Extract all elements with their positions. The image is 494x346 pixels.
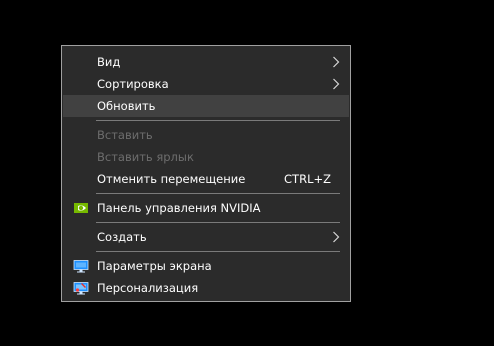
menu-item-undo-move[interactable]: Отменить перемещение CTRL+Z — [63, 168, 349, 190]
menu-item-undo-move-label: Отменить перемещение — [97, 172, 246, 186]
menu-item-personalize-label: Персонализация — [97, 281, 199, 295]
menu-item-refresh[interactable]: Обновить — [63, 95, 349, 117]
menu-item-create[interactable]: Создать — [63, 226, 349, 248]
menu-item-sort-label: Сортировка — [97, 77, 169, 91]
menu-item-paste-shortcut-label: Вставить ярлык — [97, 150, 194, 164]
menu-item-nvidia-label: Панель управления NVIDIA — [97, 201, 261, 215]
menu-item-undo-move-shortcut: CTRL+Z — [284, 172, 331, 186]
menu-item-view-label: Вид — [97, 55, 121, 69]
menu-item-paste-shortcut[interactable]: Вставить ярлык — [63, 146, 349, 168]
chevron-right-icon — [333, 231, 340, 243]
menu-item-sort[interactable]: Сортировка — [63, 73, 349, 95]
menu-separator — [96, 120, 340, 121]
display-settings-icon — [73, 260, 89, 273]
desktop-context-menu: Вид Сортировка Обновить Вставить Вставит… — [61, 45, 351, 302]
menu-item-display-label: Параметры экрана — [97, 259, 212, 273]
chevron-right-icon — [333, 56, 340, 68]
chevron-right-icon — [333, 78, 340, 90]
menu-item-paste-label: Вставить — [97, 128, 153, 142]
menu-item-nvidia-control-panel[interactable]: Панель управления NVIDIA — [63, 197, 349, 219]
menu-separator — [96, 193, 340, 194]
menu-item-refresh-label: Обновить — [97, 99, 156, 113]
menu-item-paste[interactable]: Вставить — [63, 124, 349, 146]
menu-item-personalize[interactable]: Персонализация — [63, 277, 349, 299]
menu-item-display-settings[interactable]: Параметры экрана — [63, 255, 349, 277]
nvidia-logo-icon — [74, 203, 88, 213]
menu-separator — [96, 222, 340, 223]
menu-separator — [96, 251, 340, 252]
desktop-background[interactable]: Вид Сортировка Обновить Вставить Вставит… — [0, 0, 494, 346]
menu-item-view[interactable]: Вид — [63, 51, 349, 73]
personalize-icon — [73, 282, 89, 295]
menu-item-create-label: Создать — [97, 230, 147, 244]
